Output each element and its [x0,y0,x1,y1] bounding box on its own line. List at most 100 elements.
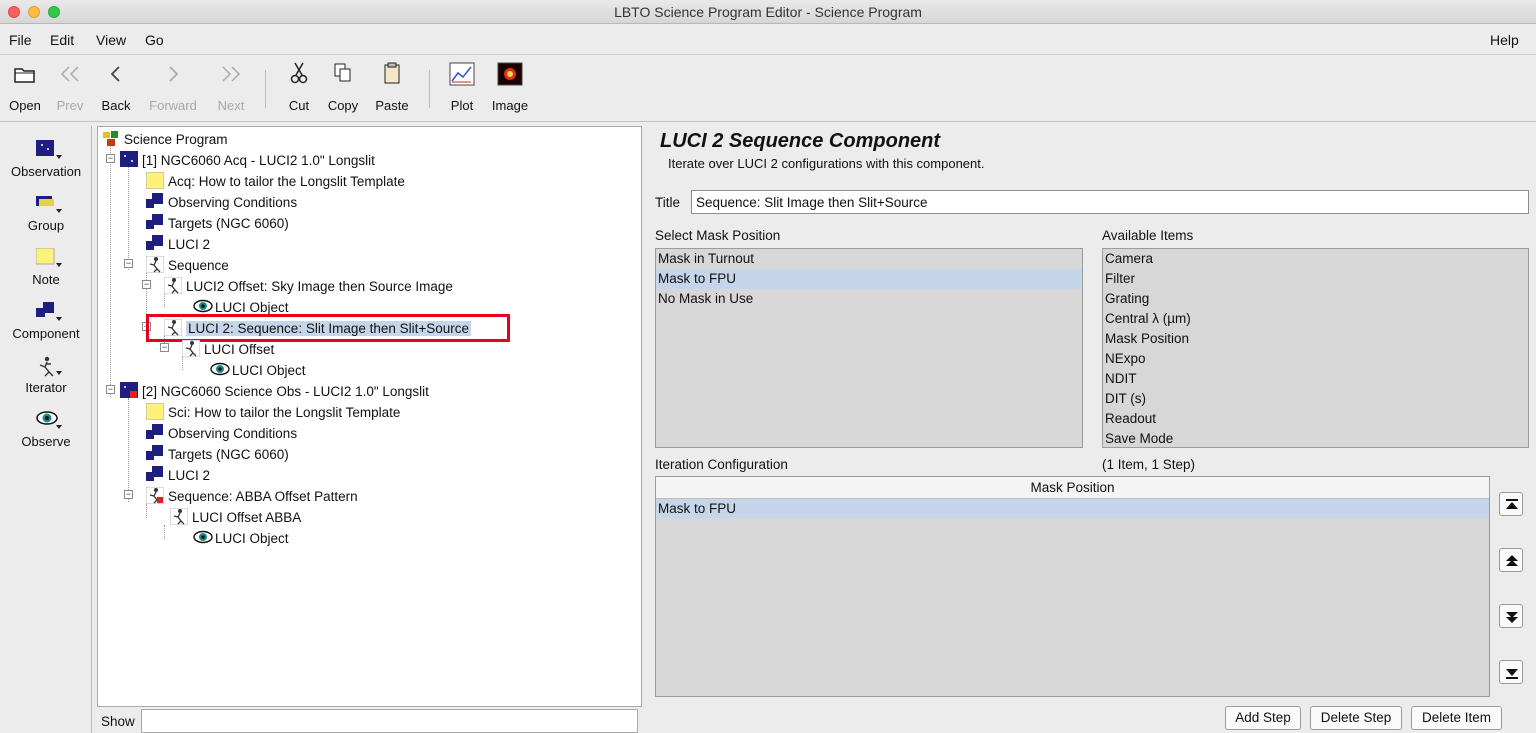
copy-button[interactable]: Copy [324,62,362,113]
available-item[interactable]: Save Mode [1103,429,1528,449]
available-items-list[interactable]: Camera Filter Grating Central λ (µm) Mas… [1102,248,1529,448]
delete-item-button[interactable]: Delete Item [1411,706,1502,730]
move-to-bottom-button[interactable] [1499,660,1523,684]
tree-node-luci2-offset[interactable]: LUCI2 Offset: Sky Image then Source Imag… [163,275,453,296]
eye-icon [210,361,230,378]
show-bar: Show [97,707,642,733]
available-item[interactable]: NDIT [1103,369,1528,389]
move-down-button[interactable] [1499,604,1523,628]
iterator-icon [145,486,165,505]
tree-node-sequence-1[interactable]: Sequence [145,254,229,275]
iteration-table: Mask Position Mask to FPU [655,476,1490,697]
menu-help[interactable]: Help [1490,32,1519,48]
cut-button[interactable]: Cut [284,62,314,113]
available-item[interactable]: Central λ (µm) [1103,309,1528,329]
menu-go[interactable]: Go [145,32,164,48]
collapse-toggle[interactable]: − [160,343,169,352]
open-button[interactable]: Open [6,62,44,113]
iterator-icon [181,339,201,358]
collapse-toggle[interactable]: − [106,154,115,163]
tree-node-luci-offset[interactable]: LUCI Offset [181,338,274,359]
component-palette: Observation Group Note Component Iterato… [0,126,92,733]
tree-node-obs-conditions-2[interactable]: Observing Conditions [146,422,297,443]
mask-position-label: Select Mask Position [655,228,781,243]
table-row[interactable]: Mask to FPU [656,499,1489,518]
available-item[interactable]: Mask Position [1103,329,1528,349]
available-item[interactable]: Readout [1103,409,1528,429]
tree-node-sci-note[interactable]: Sci: How to tailor the Longslit Template [145,401,400,422]
available-item[interactable]: Grating [1103,289,1528,309]
tree-node-targets-2[interactable]: Targets (NGC 6060) [146,443,289,464]
component-icon [146,234,164,252]
tree-connector [110,145,111,397]
title-input[interactable] [691,190,1529,214]
collapse-toggle[interactable]: − [124,259,133,268]
tree-node-luci-offset-abba[interactable]: LUCI Offset ABBA [169,506,301,527]
tree-node-root[interactable]: Science Program [102,128,228,149]
add-step-button[interactable]: Add Step [1225,706,1301,730]
delete-step-button[interactable]: Delete Step [1310,706,1402,730]
mask-option[interactable]: No Mask in Use [656,289,1082,309]
palette-note[interactable]: Note [0,247,92,287]
collapse-toggle[interactable]: − [124,490,133,499]
toolbar-separator [429,70,430,108]
available-item[interactable]: NExpo [1103,349,1528,369]
tree-node-luci2-1[interactable]: LUCI 2 [146,233,210,254]
menu-file[interactable]: File [9,32,32,48]
tree-connector [146,504,147,518]
scissors-icon [284,62,314,92]
palette-observe[interactable]: Observe [0,410,92,449]
component-icon [146,213,164,231]
title-label: Title [655,195,681,210]
tree-node-luci-object-2[interactable]: LUCI Object [210,359,306,380]
available-item[interactable]: DIT (s) [1103,389,1528,409]
tree-node-obs-conditions-1[interactable]: Observing Conditions [146,191,297,212]
plot-button[interactable]: Plot [446,62,478,113]
tree-node-luci2-2[interactable]: LUCI 2 [146,464,210,485]
forward-button[interactable]: Forward [144,62,202,113]
component-icon [146,465,164,483]
available-item[interactable]: Filter [1103,269,1528,289]
tree-node-sequence-abba[interactable]: Sequence: ABBA Offset Pattern [145,485,358,506]
show-input[interactable] [141,709,638,733]
component-heading: LUCI 2 Sequence Component [660,130,941,152]
tree-node-acq-note[interactable]: Acq: How to tailor the Longslit Template [145,170,405,191]
iteration-config-label: Iteration Configuration [655,457,788,472]
move-to-top-button[interactable] [1499,492,1523,516]
table-header-mask-position[interactable]: Mask Position [656,477,1489,499]
palette-observation[interactable]: Observation [0,140,92,179]
tree-connector [164,525,165,539]
toolbar-separator [265,70,266,108]
menu-view[interactable]: View [96,32,126,48]
tree-node-luci-object-3[interactable]: LUCI Object [193,527,289,548]
menu-edit[interactable]: Edit [50,32,74,48]
mask-option-selected[interactable]: Mask to FPU [656,269,1082,289]
palette-group[interactable]: Group [0,194,92,233]
mask-option[interactable]: Mask in Turnout [656,249,1082,269]
collapse-toggle[interactable]: − [106,385,115,394]
back-button[interactable]: Back [97,62,135,113]
paste-button[interactable]: Paste [372,62,412,113]
prev-button[interactable]: Prev [52,62,88,113]
tree-node-obs2[interactable]: [2] NGC6060 Science Obs - LUCI2 1.0" Lon… [120,380,429,401]
iterator-icon [36,356,62,377]
component-icon [36,302,62,322]
move-up-icon [1506,555,1518,566]
component-icon [146,423,164,441]
observation-icon [36,140,62,160]
palette-iterator[interactable]: Iterator [0,356,92,395]
tree-node-obs1[interactable]: [1] NGC6060 Acq - LUCI2 1.0" Longslit [120,149,375,170]
image-button[interactable]: Image [488,62,532,113]
next-button[interactable]: Next [212,62,250,113]
tree-node-targets-1[interactable]: Targets (NGC 6060) [146,212,289,233]
observation-icon [120,150,138,168]
chevron-right-icon [144,62,202,92]
palette-component[interactable]: Component [0,302,92,341]
move-to-top-icon [1506,499,1518,509]
mask-position-list[interactable]: Mask in Turnout Mask to FPU No Mask in U… [655,248,1083,448]
toolbar: Open Prev Back Forward Next Cut Copy Pas… [0,56,1536,122]
note-icon [145,171,165,190]
collapse-toggle[interactable]: − [142,280,151,289]
move-up-button[interactable] [1499,548,1523,572]
available-item[interactable]: Camera [1103,249,1528,269]
